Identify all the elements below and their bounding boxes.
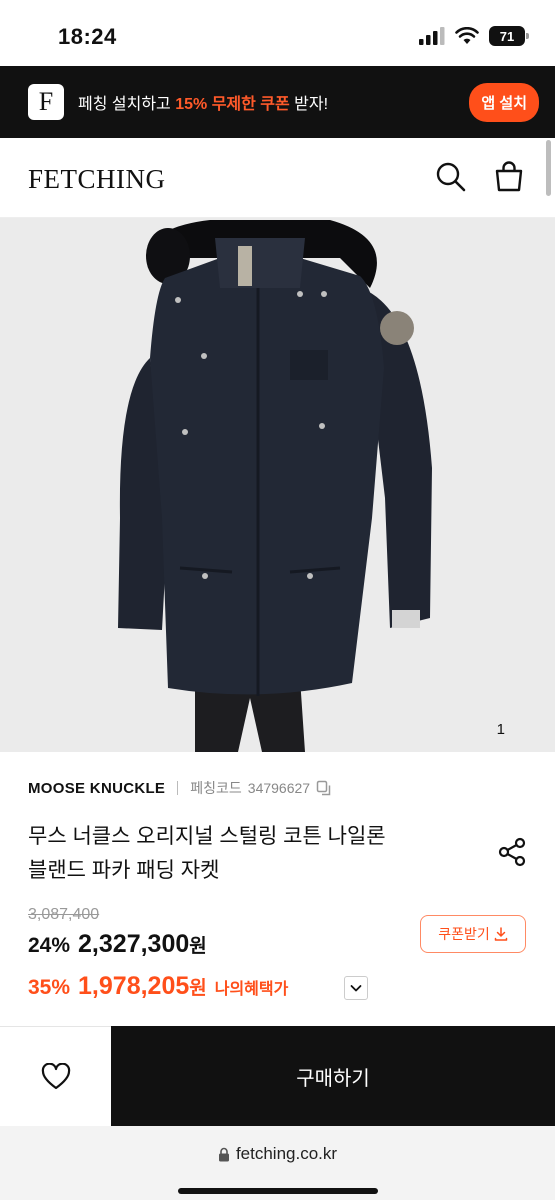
product-title: 무스 너클스 오리지널 스털링 코튼 나일론 블랜드 파카 패딩 자켓 [28, 820, 468, 888]
coupon-price: 1,978,205 [78, 972, 190, 1000]
status-icons: 71 [419, 26, 529, 46]
my-benefit-label: 나의혜택가 [214, 981, 289, 998]
wishlist-button[interactable] [0, 1026, 111, 1126]
buy-button[interactable]: 구매하기 [111, 1026, 555, 1126]
currency-unit: 원 [189, 936, 207, 957]
brand-row: MOOSE KNUCKLE 페칭코드 34796627 [28, 778, 332, 798]
get-coupon-label: 쿠폰받기 [438, 926, 490, 942]
bottom-action-bar: 구매하기 [0, 1026, 555, 1126]
product-title-line-2: 블랜드 파카 패딩 자켓 [28, 859, 220, 882]
image-counter: 1 [496, 721, 505, 738]
wifi-icon [455, 27, 479, 44]
share-icon[interactable] [496, 836, 528, 868]
original-price: 3,087,400 [28, 906, 100, 923]
product-title-line-1: 무스 너클스 오리지널 스털링 코튼 나일론 [28, 825, 386, 848]
lock-icon [218, 1147, 229, 1161]
product-image[interactable]: 1 [0, 218, 555, 752]
battery-indicator: 71 [489, 26, 529, 46]
divider [177, 781, 179, 795]
coupon-discount-percent: 35% [28, 976, 71, 999]
fetching-logo[interactable]: FETCHING [28, 164, 166, 195]
chevron-down-icon [350, 985, 362, 992]
heart-icon [41, 1062, 70, 1089]
coupon-currency-unit: 원 [189, 978, 207, 999]
brand-name[interactable]: MOOSE KNUCKLE [28, 780, 165, 797]
site-header: FETCHING [0, 138, 555, 218]
status-time: 18:24 [58, 24, 117, 49]
coupon-price-row: 35% 1,978,205 원 나의혜택가 [28, 972, 288, 1001]
install-app-button[interactable]: 앱 설치 [469, 82, 539, 122]
download-icon [494, 927, 508, 941]
fetching-code-label: 페칭코드 [190, 780, 242, 796]
cellular-signal-icon [419, 27, 445, 45]
copy-icon[interactable] [316, 780, 332, 796]
fetching-code: 34796627 [247, 780, 311, 796]
banner-text-suffix: 받자! [289, 96, 329, 113]
url-display[interactable]: fetching.co.kr [0, 1144, 555, 1164]
status-bar: 18:24 71 [0, 0, 555, 66]
banner-text-prefix: 페칭 설치하고 [78, 96, 176, 113]
shopping-bag-icon[interactable] [492, 160, 526, 194]
browser-url-bar: fetching.co.kr [0, 1126, 555, 1200]
search-icon[interactable] [434, 160, 468, 194]
sale-price: 2,327,300 [78, 930, 190, 958]
price-row: 24% 2,327,300 원 [28, 930, 207, 959]
url-text: fetching.co.kr [235, 1144, 338, 1163]
benefit-dropdown-button[interactable] [344, 976, 368, 1000]
parka-illustration [0, 218, 555, 752]
banner-text-highlight: 15% 무제한 쿠폰 [175, 96, 290, 113]
page-scrollbar[interactable] [546, 140, 551, 196]
banner-text: 페칭 설치하고 15% 무제한 쿠폰 받자! [78, 90, 469, 114]
get-coupon-button[interactable]: 쿠폰받기 [420, 915, 526, 953]
app-install-banner[interactable]: F 페칭 설치하고 15% 무제한 쿠폰 받자! 앱 설치 [0, 66, 555, 138]
app-logo: F [28, 84, 64, 120]
home-indicator[interactable] [178, 1188, 378, 1194]
discount-percent: 24% [28, 934, 71, 957]
